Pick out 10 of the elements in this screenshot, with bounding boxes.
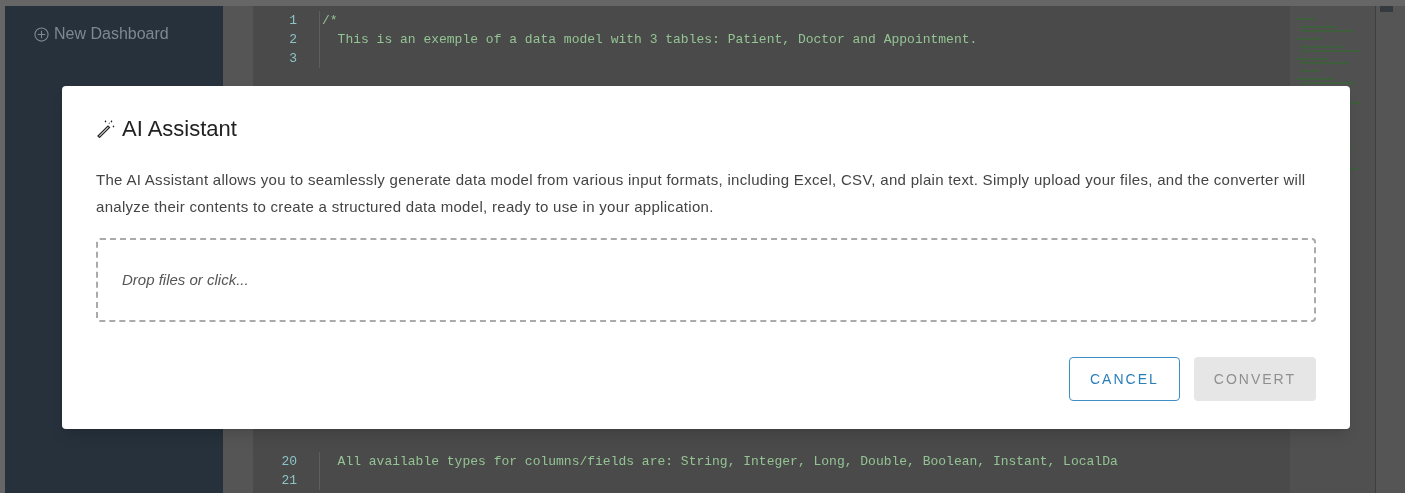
line-number: 2	[288, 30, 298, 49]
dialog-description: The AI Assistant allows you to seamlessly generate data model from various input formats, including Excel, CSV, and plain text. Simply upload your files, and the converter will analyze their contents to create a structured data model, ready to use in your application.	[96, 170, 1307, 217]
code-line: All available types for columns/fields are: String, Integer, Long, Double, Boolean, Instant, LocalDa	[336, 452, 1118, 471]
line-number: 21	[280, 471, 298, 490]
code-line: /*	[321, 11, 338, 30]
line-number: 1	[288, 11, 298, 30]
dialog-title: AI Assistant	[122, 115, 237, 143]
code-line: This is an exemple of a data model with 3 tables: Patient, Doctor and Appointment.	[336, 30, 978, 49]
line-number: 20	[280, 452, 298, 471]
line-number: 3	[288, 49, 298, 68]
